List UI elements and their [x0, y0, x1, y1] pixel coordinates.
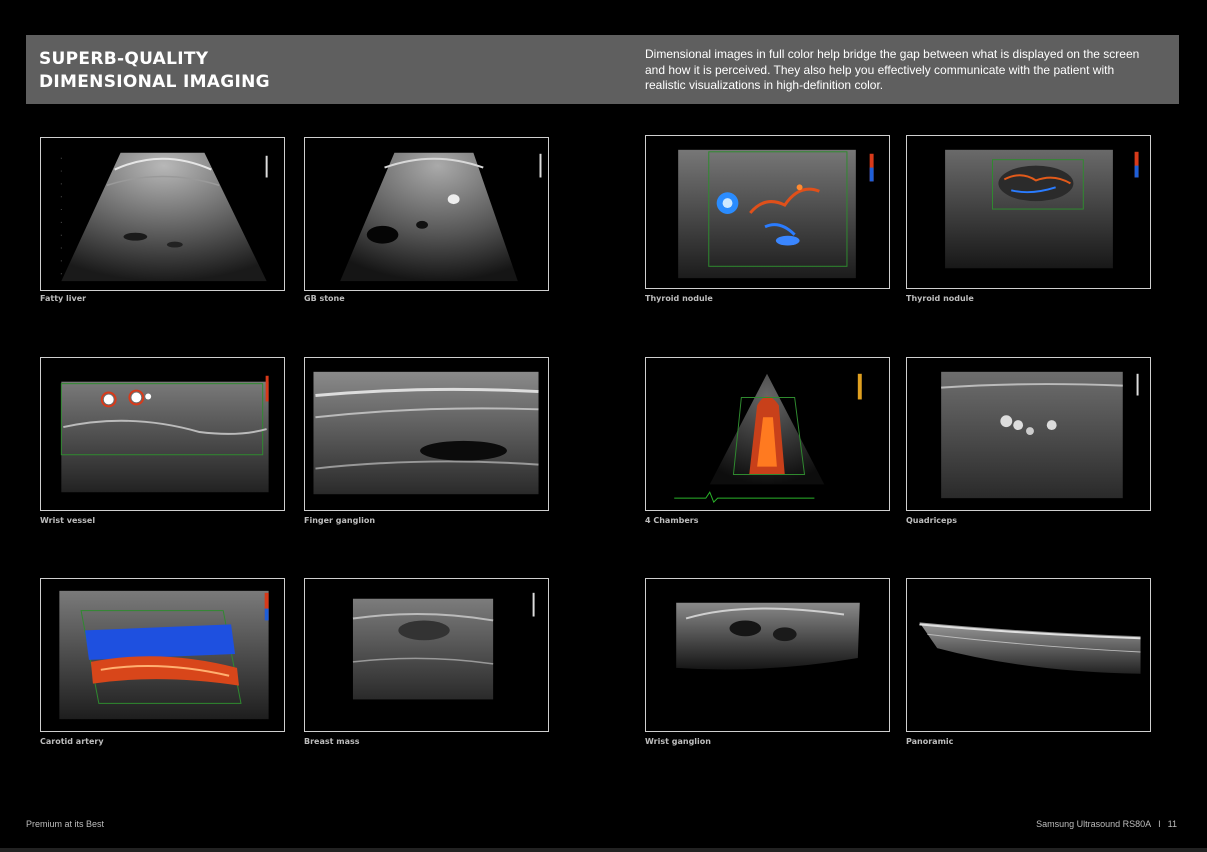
panoramic-scan [919, 622, 1141, 674]
ultrasound-image-fatty-liver [40, 137, 285, 291]
ultrasound-image-finger-ganglion [304, 357, 549, 511]
footer-product-name: Samsung Ultrasound RS80A [1036, 819, 1152, 829]
caption-breast-mass: Breast mass [304, 737, 360, 746]
caption-4-chambers: 4 Chambers [645, 516, 699, 525]
header-description: Dimensional images in full color help br… [645, 47, 1140, 92]
quadriceps-scan [941, 371, 1139, 499]
carotid-artery-doppler-scan [59, 590, 269, 720]
caption-thyroid-nodule-2: Thyroid nodule [906, 294, 974, 303]
wrist-ganglion-scan [676, 602, 860, 670]
ultrasound-image-carotid-artery [40, 578, 285, 732]
caption-fatty-liver: Fatty liver [40, 294, 87, 303]
caption-wrist-ganglion: Wrist ganglion [645, 737, 711, 746]
ultrasound-image-breast-mass [304, 578, 549, 732]
ultrasound-image-thyroid-nodule-2 [906, 135, 1151, 289]
caption-thyroid-nodule-1: Thyroid nodule [645, 294, 713, 303]
caption-finger-ganglion: Finger ganglion [304, 516, 376, 525]
breast-mass-scan [352, 592, 535, 700]
footer-separator: I [1158, 819, 1161, 829]
ultrasound-image-wrist-vessel [40, 357, 285, 511]
fatty-liver-scan [60, 152, 268, 282]
caption-quadriceps: Quadriceps [906, 516, 957, 525]
ultrasound-image-thyroid-nodule-1 [645, 135, 890, 289]
page-title: SUPERB-QUALITY DIMENSIONAL IMAGING [39, 48, 359, 94]
thyroid-nodule-doppler-scan [678, 149, 874, 279]
page-number: 11 [1167, 819, 1177, 829]
four-chambers-echo-scan [674, 373, 862, 503]
wrist-vessel-scan [60, 375, 269, 493]
page-title-line-2: DIMENSIONAL IMAGING [39, 72, 270, 92]
caption-wrist-vessel: Wrist vessel [40, 516, 96, 525]
ultrasound-image-4-chambers [645, 357, 890, 511]
footer-page-info: Samsung Ultrasound RS80A I 11 [1036, 819, 1177, 829]
caption-carotid-artery: Carotid artery [40, 737, 104, 746]
gb-stone-scan [340, 152, 542, 282]
caption-panoramic: Panoramic [906, 737, 954, 746]
page-title-line-1: SUPERB-QUALITY [39, 49, 209, 69]
ultrasound-image-panoramic [906, 578, 1151, 732]
bottom-rule [0, 848, 1207, 852]
thyroid-nodule-doppler-scan-2 [945, 149, 1139, 269]
finger-ganglion-scan [313, 371, 539, 495]
ultrasound-image-quadriceps [906, 357, 1151, 511]
caption-gb-stone: GB stone [304, 294, 345, 303]
ultrasound-image-gb-stone [304, 137, 549, 291]
footer-tagline: Premium at its Best [26, 819, 105, 829]
ultrasound-image-wrist-ganglion [645, 578, 890, 732]
